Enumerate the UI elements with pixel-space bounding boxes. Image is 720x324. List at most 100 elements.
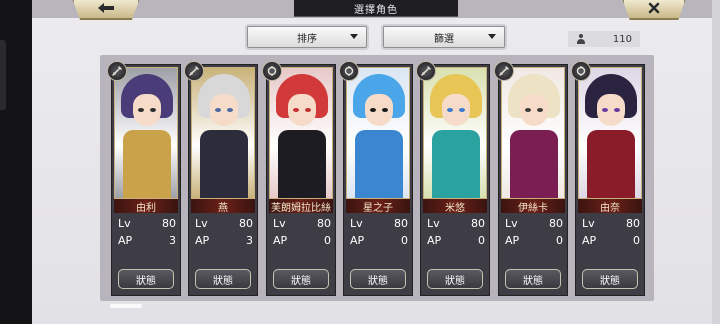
character-card[interactable]: 由利 Lv 80 AP 3 狀態 — [107, 61, 181, 296]
ap-row: AP 3 — [116, 234, 178, 248]
status-button[interactable]: 狀態 — [582, 269, 638, 289]
ap-value: 0 — [478, 234, 485, 247]
ap-row: AP 3 — [193, 234, 255, 248]
level-label: Lv — [273, 217, 286, 230]
level-label: Lv — [505, 217, 518, 230]
ap-row: AP 0 — [580, 234, 642, 248]
character-count-value: 110 — [612, 33, 632, 45]
back-button[interactable] — [72, 0, 140, 20]
game-screen: 選擇角色 排序 篩選 110 由利 Lv 80 AP 3 狀態燕 Lv 80 AP 3 狀態 芙朗姆拉… — [0, 0, 720, 324]
level-value: 80 — [317, 217, 331, 230]
back-arrow-icon — [98, 3, 114, 13]
level-row: Lv 80 — [580, 217, 642, 231]
character-portrait — [269, 67, 333, 199]
portrait-eye — [138, 108, 144, 112]
magic-icon — [262, 61, 282, 81]
device-notch-bar — [0, 0, 32, 324]
portrait-outfit — [587, 130, 635, 198]
horizontal-scrollbar[interactable] — [110, 304, 142, 308]
sword-icon — [494, 61, 514, 81]
portrait-eye — [370, 108, 376, 112]
portrait-eye — [459, 108, 465, 112]
level-value: 80 — [162, 217, 176, 230]
portrait-eye — [227, 108, 233, 112]
filter-dropdown[interactable]: 篩選 — [383, 26, 505, 48]
ap-label: AP — [582, 234, 597, 247]
level-value: 80 — [626, 217, 640, 230]
character-portrait — [423, 67, 487, 199]
status-button[interactable]: 狀態 — [118, 269, 174, 289]
portrait-eye — [602, 108, 608, 112]
portrait-eye — [382, 108, 388, 112]
level-value: 80 — [471, 217, 485, 230]
status-button[interactable]: 狀態 — [427, 269, 483, 289]
ap-row: AP 0 — [348, 234, 410, 248]
ap-label: AP — [505, 234, 520, 247]
level-row: Lv 80 — [193, 217, 255, 231]
sword-icon — [107, 61, 127, 81]
character-name: 由利 — [114, 199, 178, 213]
sort-dropdown[interactable]: 排序 — [247, 26, 367, 48]
ap-value: 0 — [401, 234, 408, 247]
portrait-eye — [215, 108, 221, 112]
portrait-eye — [293, 108, 299, 112]
character-name: 伊絲卡 — [501, 199, 565, 213]
portrait-eye — [305, 108, 311, 112]
ap-label: AP — [427, 234, 442, 247]
level-row: Lv 80 — [271, 217, 333, 231]
portrait-outfit — [510, 130, 558, 198]
level-label: Lv — [427, 217, 440, 230]
character-name: 芙朗姆拉比絲 — [269, 199, 333, 213]
sword-icon — [184, 61, 204, 81]
close-icon — [648, 2, 660, 14]
ap-value: 0 — [633, 234, 640, 247]
character-name: 星之子 — [346, 199, 410, 213]
status-button[interactable]: 狀態 — [350, 269, 406, 289]
status-button[interactable]: 狀態 — [505, 269, 561, 289]
portrait-eye — [150, 108, 156, 112]
character-card[interactable]: 芙朗姆拉比絲 Lv 80 AP 0 狀態 — [262, 61, 336, 296]
level-value: 80 — [239, 217, 253, 230]
ap-row: AP 0 — [503, 234, 565, 248]
status-button[interactable]: 狀態 — [273, 269, 329, 289]
ap-value: 0 — [556, 234, 563, 247]
character-portrait — [346, 67, 410, 199]
ap-value: 0 — [324, 234, 331, 247]
filter-dropdown-label: 篩選 — [434, 33, 454, 45]
sword-icon — [416, 61, 436, 81]
character-card[interactable]: 米悠 Lv 80 AP 0 狀態 — [416, 61, 490, 296]
chevron-down-icon — [488, 34, 496, 39]
ap-row: AP 0 — [271, 234, 333, 248]
character-portrait — [501, 67, 565, 199]
level-label: Lv — [582, 217, 595, 230]
magic-icon — [339, 61, 359, 81]
portrait-outfit — [278, 130, 326, 198]
character-portrait — [191, 67, 255, 199]
level-row: Lv 80 — [116, 217, 178, 231]
portrait-outfit — [355, 130, 403, 198]
status-button[interactable]: 狀態 — [195, 269, 251, 289]
sort-dropdown-label: 排序 — [297, 33, 317, 45]
character-name: 米悠 — [423, 199, 487, 213]
person-icon — [576, 34, 586, 44]
level-row: Lv 80 — [348, 217, 410, 231]
character-name: 由奈 — [578, 199, 642, 213]
character-portrait — [114, 67, 178, 199]
character-card[interactable]: 星之子 Lv 80 AP 0 狀態 — [339, 61, 413, 296]
portrait-outfit — [200, 130, 248, 198]
close-button[interactable] — [622, 0, 686, 20]
character-count: 110 — [568, 31, 640, 47]
character-card[interactable]: 伊絲卡 Lv 80 AP 0 狀態 — [494, 61, 568, 296]
portrait-outfit — [432, 130, 480, 198]
level-label: Lv — [350, 217, 363, 230]
ap-label: AP — [118, 234, 133, 247]
portrait-eye — [537, 108, 543, 112]
character-card[interactable]: 由奈 Lv 80 AP 0 狀態 — [571, 61, 645, 296]
character-card[interactable]: 燕 Lv 80 AP 3 狀態 — [184, 61, 258, 296]
ap-label: AP — [273, 234, 288, 247]
magic-icon — [571, 61, 591, 81]
camera-notch — [0, 40, 6, 110]
character-name: 燕 — [191, 199, 255, 213]
portrait-eye — [447, 108, 453, 112]
character-portrait — [578, 67, 642, 199]
